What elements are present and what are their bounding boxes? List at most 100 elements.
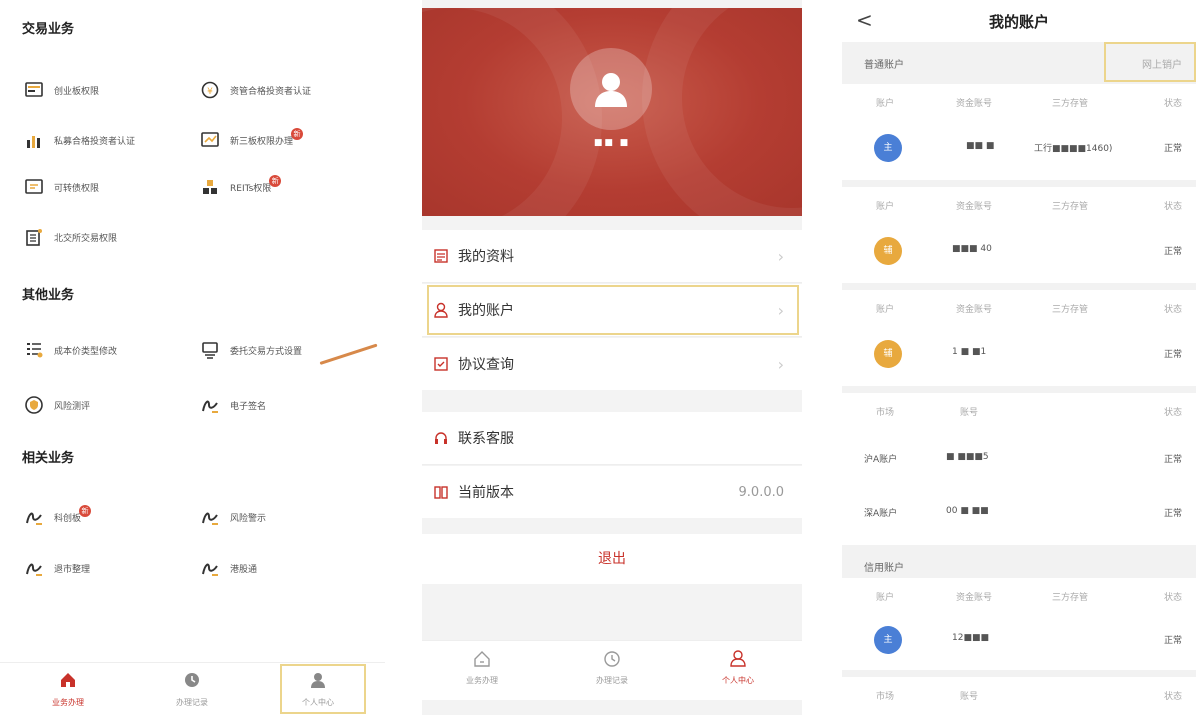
menu-my-account[interactable]: 我的账户 › — [422, 284, 802, 336]
chevron-right-icon: › — [777, 246, 784, 266]
delisting-item[interactable]: 退市整理 — [24, 556, 90, 580]
related-section-title: 相关业务 — [22, 451, 75, 466]
tab-label: 办理记录 — [176, 698, 208, 707]
neeq-permission-item[interactable]: 新三板权限办理 新 — [200, 128, 304, 152]
col-header: 三方存管 — [1052, 593, 1089, 603]
market-row[interactable]: 深A账户 00 ■ ■■ 正常 — [842, 489, 1196, 539]
fund-account: ■■■ 40 — [952, 244, 992, 254]
risk-assess-icon — [24, 395, 44, 415]
market-row[interactable]: 沪A账户 ■ ■■■5 正常 — [842, 435, 1196, 485]
tab-label: 业务办理 — [466, 676, 498, 685]
reits-permission-item[interactable]: REITs权限 新 — [200, 175, 282, 199]
signature-icon — [200, 395, 220, 415]
col-header: 账户 — [876, 305, 895, 315]
account-row[interactable]: 主 12■■■ 正常 — [842, 616, 1196, 666]
tab-label: 个人中心 — [722, 676, 754, 685]
fund-account: 1 ■ ■1 — [952, 347, 987, 357]
col-header: 账号 — [960, 408, 979, 418]
business-panel: 交易业务 创业板权限 ¥ 资管合格投资者认证 私募合格投资者认证 新三板权限办理… — [0, 0, 385, 715]
star-market-icon — [24, 507, 44, 527]
online-close-account-link[interactable]: 网上销户 — [1142, 56, 1182, 71]
convertible-bond-item[interactable]: 可转债权限 — [24, 175, 99, 199]
col-header: 资金账号 — [956, 202, 993, 212]
account-card: 账户 资金账号 三方存管 状态 辅 ■■■ 40 正常 — [842, 187, 1196, 283]
credit-account-card: 账户 资金账号 三方存管 状态 主 12■■■ 正常 — [842, 578, 1196, 670]
tab-business[interactable]: 业务办理 — [28, 671, 108, 708]
biz-item-label: 委托交易方式设置 — [230, 346, 303, 357]
divider — [422, 464, 802, 465]
market-accounts-card: 市场 账号 状态 沪A账户 ■ ■■■5 正常 深A账户 00 ■ ■■ 正常 — [842, 393, 1196, 545]
my-account-panel: < 我的账户 普通账户 网上销户 账户 资金账号 三方存管 状态 主 ■■ ■ … — [842, 0, 1196, 715]
account-type-badge: 主 — [874, 626, 902, 654]
tab-records[interactable]: 办理记录 — [572, 649, 652, 686]
profile-icon — [432, 247, 450, 265]
asset-mgmt-cert-item[interactable]: ¥ 资管合格投资者认证 — [200, 78, 311, 102]
new-badge: 新 — [79, 505, 92, 517]
col-header: 账户 — [876, 99, 895, 109]
account-icon — [432, 301, 450, 319]
divider — [422, 336, 802, 337]
svg-text:¥: ¥ — [207, 87, 213, 97]
chinext-permission-item[interactable]: 创业板权限 — [24, 78, 99, 102]
personal-center-panel: ■■ ■ 我的资料 › 我的账户 › 协议查询 › 联系客服 当前版本 9.0.… — [422, 0, 802, 715]
market-name: 深A账户 — [864, 509, 898, 519]
logout-button[interactable]: 退出 — [422, 534, 802, 584]
account-type-badge: 辅 — [874, 340, 902, 368]
status-text: 正常 — [1163, 455, 1182, 465]
bse-permission-item[interactable]: 北交所交易权限 — [24, 225, 117, 249]
account-row[interactable]: 主 ■■ ■ 工行■■■■1460) 正常 — [842, 124, 1196, 174]
col-header: 市场 — [876, 408, 895, 418]
col-header: 状态 — [1164, 202, 1183, 212]
annotation-arrow — [319, 343, 378, 365]
menu-label: 我的资料 — [458, 249, 514, 265]
depository-bank: 工行■■■■1460) — [1034, 144, 1113, 154]
username: ■■ ■ — [593, 138, 631, 148]
account-row[interactable]: 辅 1 ■ ■1 正常 — [842, 330, 1196, 380]
menu-contact-service[interactable]: 联系客服 — [422, 412, 802, 464]
col-header: 状态 — [1164, 692, 1183, 702]
order-method-item[interactable]: 委托交易方式设置 — [200, 338, 302, 362]
risk-assessment-item[interactable]: 风险测评 — [24, 393, 90, 417]
risk-warning-icon — [200, 507, 220, 527]
star-market-item[interactable]: 科创板 新 — [24, 505, 92, 529]
tab-personal[interactable]: 个人中心 — [698, 649, 778, 686]
bottom-tab-bar: 业务办理 办理记录 个人中心 — [422, 640, 802, 700]
tab-label: 个人中心 — [302, 698, 334, 707]
risk-warning-item[interactable]: 风险警示 — [200, 505, 266, 529]
private-fund-icon — [24, 130, 44, 150]
delisting-icon — [24, 558, 44, 578]
cost-type-item[interactable]: 成本价类型修改 — [24, 338, 117, 362]
asset-mgmt-icon: ¥ — [200, 80, 220, 100]
market-name: 沪A账户 — [864, 455, 898, 465]
market-number: ■ ■■■5 — [946, 452, 989, 462]
tab-records[interactable]: 办理记录 — [152, 671, 232, 708]
hk-connect-item[interactable]: 港股通 — [200, 556, 257, 580]
menu-label: 我的账户 — [458, 303, 514, 319]
biz-item-label: 创业板权限 — [54, 86, 100, 97]
biz-item-label: 可转债权限 — [54, 183, 100, 194]
private-fund-cert-item[interactable]: 私募合格投资者认证 — [24, 128, 135, 152]
col-header: 状态 — [1164, 593, 1183, 603]
new-badge: 新 — [291, 128, 304, 140]
status-text: 正常 — [1163, 350, 1182, 360]
status-text: 正常 — [1163, 144, 1182, 154]
menu-current-version: 当前版本 9.0.0.0 — [422, 466, 802, 518]
biz-item-label: 私募合格投资者认证 — [54, 136, 136, 147]
biz-item-label: 北交所交易权限 — [54, 233, 118, 244]
menu-agreements[interactable]: 协议查询 › — [422, 338, 802, 390]
menu-label: 联系客服 — [458, 431, 514, 447]
bottom-tab-bar: 业务办理 办理记录 个人中心 — [0, 662, 385, 715]
avatar[interactable] — [570, 48, 652, 130]
col-header: 账号 — [960, 692, 979, 702]
user-icon — [595, 73, 627, 107]
nav-bar: < 我的账户 — [842, 0, 1196, 42]
col-header: 账户 — [876, 202, 895, 212]
account-row[interactable]: 辅 ■■■ 40 正常 — [842, 227, 1196, 277]
col-header: 状态 — [1164, 99, 1183, 109]
e-signature-item[interactable]: 电子签名 — [200, 393, 266, 417]
fund-account: 12■■■ — [952, 633, 989, 643]
menu-my-profile[interactable]: 我的资料 › — [422, 230, 802, 282]
menu-label: 协议查询 — [458, 357, 514, 373]
tab-business[interactable]: 业务办理 — [442, 649, 522, 686]
tab-personal[interactable]: 个人中心 — [278, 671, 358, 708]
